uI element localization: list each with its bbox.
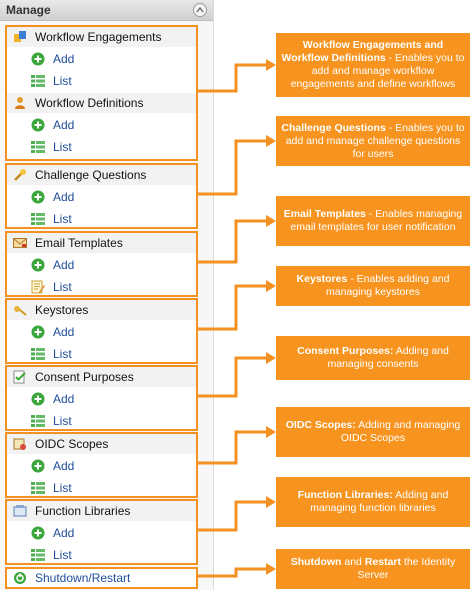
callout-bold: Shutdown [290, 556, 342, 568]
connector-line [198, 139, 266, 196]
connector-line [198, 500, 266, 532]
connector-arrowhead [266, 59, 276, 71]
connector-line [198, 356, 266, 398]
callout-box: Workflow Engagements and Workflow Defini… [276, 33, 470, 97]
callout-bold: Email Templates [283, 208, 366, 220]
connector-arrowhead [266, 215, 276, 227]
callout-box: Shutdown and Restart the Identity Server [276, 549, 470, 589]
callout-box: Function Libraries: Adding and managing … [276, 477, 470, 527]
callout-box: Consent Purposes: Adding and managing co… [276, 336, 470, 380]
connector-arrowhead [266, 280, 276, 292]
callout-box: OIDC Scopes: Adding and managing OIDC Sc… [276, 407, 470, 457]
callout-box: Challenge Questions - Enables you to add… [276, 116, 470, 166]
callout-text: Keystores - Enables adding and managing … [280, 273, 466, 299]
callout-box: Email Templates - Enables managing email… [276, 196, 470, 246]
connector-line [198, 63, 266, 93]
callout-box: Keystores - Enables adding and managing … [276, 266, 470, 306]
callout-text: Consent Purposes: Adding and managing co… [280, 345, 466, 371]
connector-arrowhead [266, 135, 276, 147]
callout-text: Function Libraries: Adding and managing … [280, 489, 466, 515]
callout-bold: OIDC Scopes: [285, 419, 356, 431]
callout-text: Email Templates - Enables managing email… [280, 208, 466, 234]
callout-bold: Consent Purposes: [297, 345, 394, 357]
callout-text: Workflow Engagements and Workflow Defini… [280, 39, 466, 91]
callout-bold: Keystores [296, 273, 348, 285]
connector-arrowhead [266, 563, 276, 575]
callout-text: Challenge Questions - Enables you to add… [280, 122, 466, 161]
callout-bold: Function Libraries: [297, 489, 393, 501]
callout-bold: Restart [364, 556, 401, 568]
connector-line [198, 430, 266, 465]
callout-bold: Challenge Questions [281, 121, 386, 134]
connector-line [198, 219, 266, 264]
callout-text: Shutdown and Restart the Identity Server [280, 556, 466, 582]
connector-line [198, 284, 266, 331]
connector-arrowhead [266, 426, 276, 438]
callout-text: OIDC Scopes: Adding and managing OIDC Sc… [280, 419, 466, 445]
connector-line [198, 567, 266, 578]
connector-arrowhead [266, 352, 276, 364]
callout-description: Adding and managing OIDC Scopes [340, 419, 461, 444]
connector-arrowhead [266, 496, 276, 508]
callout-description: and [341, 556, 365, 568]
